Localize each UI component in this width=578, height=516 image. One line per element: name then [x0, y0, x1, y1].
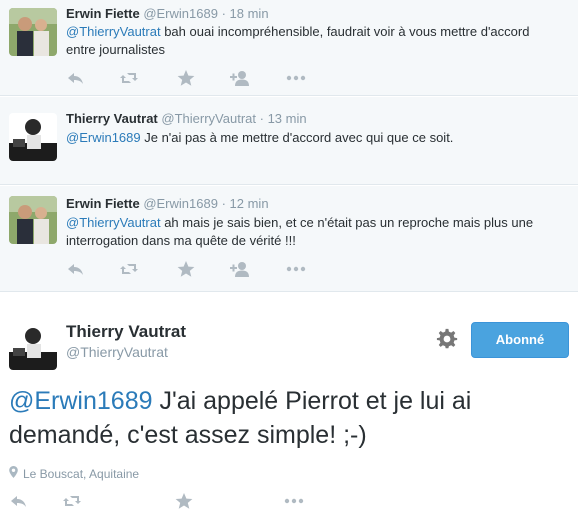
location-label: Le Bouscat, Aquitaine: [23, 467, 140, 481]
follow-button[interactable]: Abonné: [471, 322, 569, 358]
tweet-item[interactable]: Erwin Fiette @Erwin1689 · 12 min @Thierr…: [0, 186, 578, 292]
tweet-item[interactable]: Thierry Vautrat @ThierryVautrat · 13 min…: [0, 97, 578, 185]
favorite-icon[interactable]: [176, 260, 198, 278]
tweet-text: @Erwin1689 J'ai appelé Pierrot et je lui…: [9, 384, 569, 452]
reply-icon[interactable]: [66, 260, 88, 278]
tweet-text: @Erwin1689 Je n'ai pas à me mettre d'acc…: [66, 129, 536, 147]
tweet-item[interactable]: Erwin Fiette @Erwin1689 · 18 min @Thierr…: [0, 0, 578, 96]
separator: ·: [221, 196, 226, 211]
author-handle[interactable]: @ThierryVautrat: [161, 111, 256, 126]
separator: ·: [259, 111, 264, 126]
favorite-icon[interactable]: [176, 69, 198, 87]
tweet-location[interactable]: Le Bouscat, Aquitaine: [9, 466, 139, 481]
follow-icon[interactable]: [230, 69, 252, 87]
mention-link[interactable]: @Erwin1689: [66, 130, 141, 145]
timestamp[interactable]: 13 min: [268, 111, 307, 126]
more-icon[interactable]: [284, 492, 306, 510]
more-icon[interactable]: [286, 260, 308, 278]
timestamp[interactable]: 12 min: [230, 196, 269, 211]
tweet-header: Thierry Vautrat @ThierryVautrat · 13 min: [66, 111, 307, 126]
author-name[interactable]: Thierry Vautrat: [66, 111, 158, 126]
tweet-text: @ThierryVautrat ah mais je sais bien, et…: [66, 214, 536, 250]
author-handle[interactable]: @Erwin1689: [143, 196, 218, 211]
author-name[interactable]: Erwin Fiette: [66, 6, 140, 21]
tweet-body: Je n'ai pas à me mettre d'accord avec qu…: [140, 130, 454, 145]
reply-icon[interactable]: [66, 69, 88, 87]
mention-link[interactable]: @Erwin1689: [9, 387, 153, 415]
retweet-icon[interactable]: [119, 260, 141, 278]
timestamp[interactable]: 18 min: [230, 6, 269, 21]
tweet-header: Erwin Fiette @Erwin1689 · 12 min: [66, 196, 269, 211]
separator: ·: [221, 6, 226, 21]
avatar[interactable]: [9, 196, 57, 244]
author-handle[interactable]: @ThierryVautrat: [66, 344, 168, 360]
avatar[interactable]: [9, 113, 57, 161]
author-name[interactable]: Erwin Fiette: [66, 196, 140, 211]
retweet-icon[interactable]: [119, 69, 141, 87]
author-handle[interactable]: @Erwin1689: [143, 6, 218, 21]
location-pin-icon: [9, 466, 19, 481]
favorite-icon[interactable]: [174, 492, 196, 510]
mention-link[interactable]: @ThierryVautrat: [66, 215, 161, 230]
avatar[interactable]: [9, 8, 57, 56]
gear-icon[interactable]: [436, 328, 458, 350]
avatar[interactable]: [9, 322, 57, 370]
retweet-icon[interactable]: [62, 492, 84, 510]
tweet-header: Erwin Fiette @Erwin1689 · 18 min: [66, 6, 269, 21]
main-tweet: Thierry Vautrat @ThierryVautrat Abonné @…: [0, 292, 578, 516]
tweet-text: @ThierryVautrat bah ouai incompréhensibl…: [66, 23, 536, 59]
reply-icon[interactable]: [9, 492, 31, 510]
author-name[interactable]: Thierry Vautrat: [66, 322, 186, 342]
more-icon[interactable]: [286, 69, 308, 87]
follow-icon[interactable]: [230, 260, 252, 278]
mention-link[interactable]: @ThierryVautrat: [66, 24, 161, 39]
